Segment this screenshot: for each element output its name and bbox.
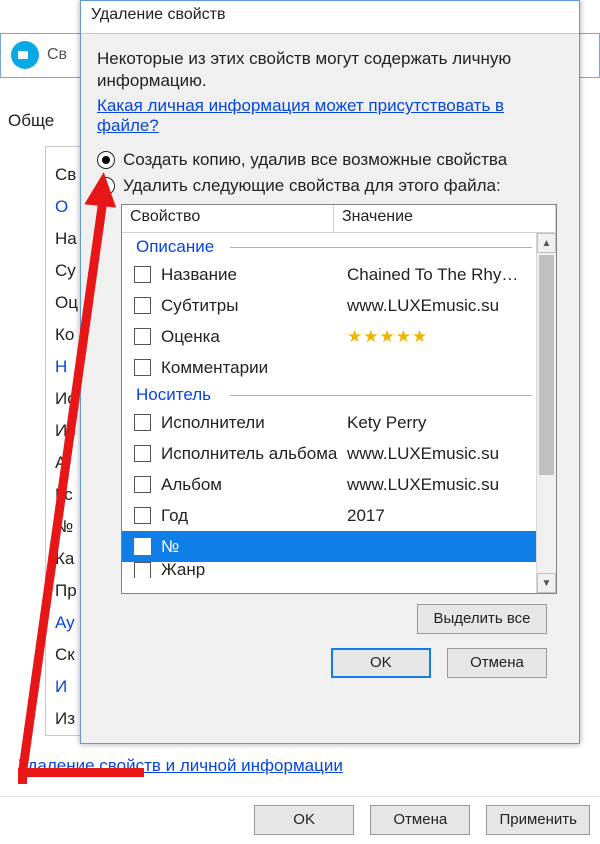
remove-properties-dialog: Удаление свойств Некоторые из этих свойс… xyxy=(80,0,580,744)
radio-remove-selected-label: Удалить следующие свойства для этого фай… xyxy=(123,176,501,196)
property-row[interactable]: Оценка★★★★★ xyxy=(122,321,536,352)
property-row[interactable]: Исполнитель альбомаwww.LUXEmusic.su xyxy=(122,438,536,469)
radio-remove-selected-row[interactable]: Удалить следующие свойства для этого фай… xyxy=(97,176,563,196)
property-value: Chained To The Rhy… xyxy=(347,265,536,285)
property-value: www.LUXEmusic.su xyxy=(347,475,536,495)
property-checkbox[interactable] xyxy=(134,266,151,283)
scroll-thumb[interactable] xyxy=(539,255,554,475)
property-name: Альбом xyxy=(161,475,347,495)
annotation-arrow-head xyxy=(84,170,119,207)
property-checkbox[interactable] xyxy=(134,297,151,314)
property-row[interactable]: Год2017 xyxy=(122,500,536,531)
property-row[interactable]: Субтитрыwww.LUXEmusic.su xyxy=(122,290,536,321)
bg-button-row: OK Отмена Применить xyxy=(0,796,600,844)
bg-ok-button[interactable]: OK xyxy=(254,805,354,835)
property-name: Название xyxy=(161,265,347,285)
bg-apply-button[interactable]: Применить xyxy=(486,805,590,835)
property-checkbox[interactable] xyxy=(134,445,151,462)
property-name: Исполнитель альбома xyxy=(161,444,347,464)
property-checkbox[interactable] xyxy=(134,414,151,431)
property-value: www.LUXEmusic.su xyxy=(347,444,536,464)
property-checkbox[interactable] xyxy=(134,538,151,555)
property-name: Год xyxy=(161,506,347,526)
select-all-button[interactable]: Выделить все xyxy=(417,604,547,634)
property-row[interactable]: Жанр xyxy=(122,562,536,578)
dialog-cancel-button[interactable]: Отмена xyxy=(447,648,547,678)
property-value: www.LUXEmusic.su xyxy=(347,296,536,316)
dialog-ok-button[interactable]: OK xyxy=(331,648,431,678)
property-checkbox[interactable] xyxy=(134,359,151,376)
scroll-down-icon[interactable]: ▼ xyxy=(537,573,556,593)
property-row[interactable]: ИсполнителиKety Perry xyxy=(122,407,536,438)
property-row[interactable]: НазваниеChained To The Rhy… xyxy=(122,259,536,290)
property-value: 2017 xyxy=(347,506,536,526)
bg-cancel-button[interactable]: Отмена xyxy=(370,805,470,835)
radio-create-copy[interactable] xyxy=(97,151,115,169)
property-checkbox[interactable] xyxy=(134,476,151,493)
annotation-arrow-base xyxy=(18,768,144,777)
property-checkbox[interactable] xyxy=(134,328,151,345)
col-property[interactable]: Свойство xyxy=(122,205,334,232)
property-checkbox[interactable] xyxy=(134,562,151,578)
dialog-info-text: Некоторые из этих свойств могут содержат… xyxy=(97,48,563,92)
property-group-label: Описание xyxy=(122,235,536,259)
col-value[interactable]: Значение xyxy=(334,205,556,232)
property-scrollbar[interactable]: ▲ ▼ xyxy=(536,233,556,593)
dialog-title: Удаление свойств xyxy=(81,1,579,34)
property-list-header: Свойство Значение xyxy=(122,205,556,233)
property-group-label: Носитель xyxy=(122,383,536,407)
property-value: Kety Perry xyxy=(347,413,536,433)
property-name: Комментарии xyxy=(161,358,347,378)
property-name: Субтитры xyxy=(161,296,347,316)
property-name: Жанр xyxy=(161,562,347,578)
property-checkbox[interactable] xyxy=(134,507,151,524)
property-name: Оценка xyxy=(161,327,347,347)
annotation-arrow-tail xyxy=(18,768,27,784)
scroll-up-icon[interactable]: ▲ xyxy=(537,233,556,253)
bg-title: Св xyxy=(47,46,67,64)
property-name: Исполнители xyxy=(161,413,347,433)
property-list: Свойство Значение ОписаниеНазваниеChaine… xyxy=(121,204,557,594)
property-name: № xyxy=(161,537,347,557)
radio-create-copy-label: Создать копию, удалив все возможные свой… xyxy=(123,150,507,170)
radio-create-copy-row[interactable]: Создать копию, удалив все возможные свой… xyxy=(97,150,563,170)
property-row[interactable]: Комментарии xyxy=(122,352,536,383)
property-row[interactable]: № xyxy=(122,531,536,562)
rating-stars: ★★★★★ xyxy=(347,327,536,347)
property-row[interactable]: Альбомwww.LUXEmusic.su xyxy=(122,469,536,500)
app-icon xyxy=(11,41,39,69)
bg-tab[interactable]: Обще xyxy=(8,111,54,131)
dialog-help-link[interactable]: Какая личная информация может присутство… xyxy=(97,96,563,136)
